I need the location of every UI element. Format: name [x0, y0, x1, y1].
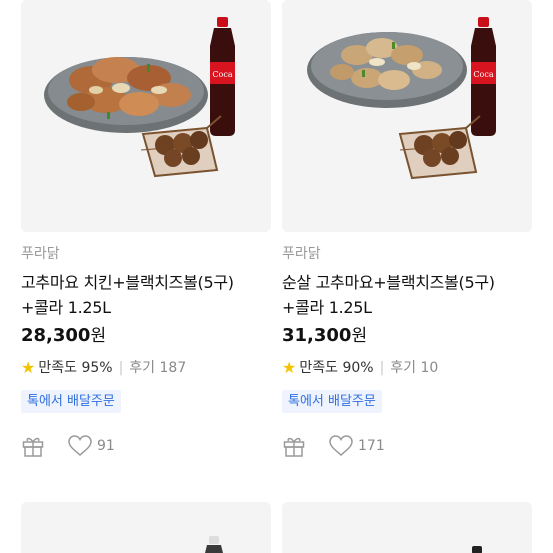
rating-row: ★ 만족도 90% | 후기 10 [282, 358, 532, 378]
product-card[interactable]: Coca 푸라닭 순살 고추마요+블랙치즈볼(5구) +콜라 1.25L 31,… [282, 0, 532, 459]
delivery-order-badge[interactable]: 톡에서 배달주문 [282, 390, 382, 413]
satisfaction-value: 95% [81, 360, 113, 376]
price-unit: 원 [90, 326, 107, 346]
boneless-chicken-plate-image: Coca [282, 0, 532, 232]
heart-icon [329, 435, 353, 456]
heart-icon [68, 435, 92, 456]
price-unit: 원 [351, 326, 368, 346]
satisfaction-label: 만족도 [299, 360, 338, 376]
divider: | [118, 360, 124, 376]
price-value: 31,300 [282, 325, 352, 346]
cola-bottle-image [282, 502, 532, 553]
product-title[interactable]: 순살 고추마요+블랙치즈볼(5구) +콜라 1.25L [282, 270, 532, 320]
star-icon: ★ [282, 358, 297, 377]
like-count: 91 [97, 438, 115, 454]
product-image[interactable] [21, 502, 271, 553]
title-line-1: 고추마요 치킨+블랙치즈볼(5구) [21, 273, 234, 292]
title-line-2: +콜라 1.25L [21, 298, 111, 317]
divider: | [379, 360, 385, 376]
svg-text:Coca: Coca [212, 70, 232, 79]
like-button[interactable]: 171 [328, 434, 385, 458]
delivery-order-badge[interactable]: 톡에서 배달주문 [21, 390, 121, 413]
chicken-plate-image: Coca [21, 0, 271, 232]
product-title[interactable]: 고추마요 치킨+블랙치즈볼(5구) +콜라 1.25L [21, 270, 271, 320]
satisfaction-value: 90% [342, 360, 374, 376]
price-value: 28,300 [21, 325, 91, 346]
gift-icon[interactable] [282, 434, 306, 458]
title-line-2: +콜라 1.25L [282, 298, 372, 317]
gift-icon[interactable] [21, 434, 45, 458]
title-line-1: 순살 고추마요+블랙치즈볼(5구) [282, 273, 495, 292]
product-price: 28,300원 [21, 324, 271, 348]
brand-name: 푸라닭 [21, 246, 60, 262]
product-image[interactable]: Coca [21, 0, 271, 232]
review-count: 10 [420, 360, 439, 376]
card-actions: 91 [21, 433, 271, 459]
product-card[interactable]: Coca 푸라닭 고추마요 치킨+블랙치즈볼(5구) +콜라 1.25L 28,… [21, 0, 271, 459]
card-actions: 171 [282, 433, 532, 459]
cola-bottle-image [21, 502, 271, 553]
brand-name: 푸라닭 [282, 246, 321, 262]
product-card[interactable] [21, 502, 271, 553]
product-image[interactable] [282, 502, 532, 553]
svg-text:Coca: Coca [473, 70, 493, 79]
like-button[interactable]: 91 [67, 434, 115, 458]
star-icon: ★ [21, 358, 36, 377]
product-price: 31,300원 [282, 324, 532, 348]
satisfaction-label: 만족도 [38, 360, 77, 376]
like-count: 171 [358, 438, 385, 454]
rating-row: ★ 만족도 95% | 후기 187 [21, 358, 271, 378]
product-image[interactable]: Coca [282, 0, 532, 232]
review-label: 후기 [129, 360, 156, 376]
review-label: 후기 [390, 360, 417, 376]
review-count: 187 [159, 360, 187, 376]
product-card[interactable] [282, 502, 532, 553]
